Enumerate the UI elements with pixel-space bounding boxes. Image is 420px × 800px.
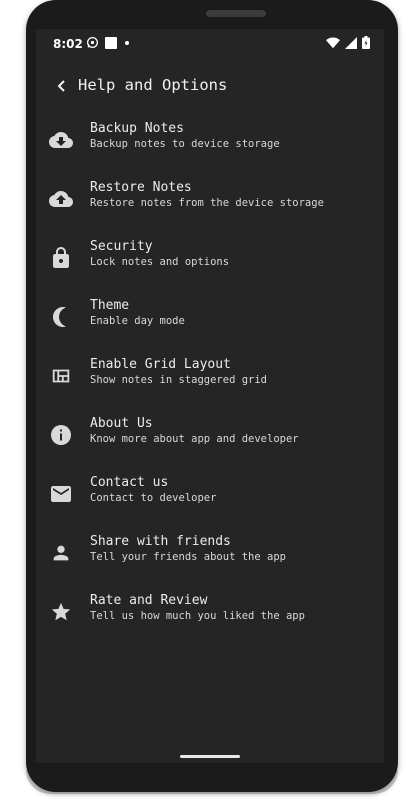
- info-icon: [48, 422, 74, 448]
- menu-item-title: Enable Grid Layout: [90, 357, 231, 372]
- menu-item-subtitle: Backup notes to device storage: [90, 138, 280, 150]
- menu-item-title: Restore Notes: [90, 180, 192, 195]
- home-indicator[interactable]: [180, 755, 240, 758]
- page-title: Help and Options: [78, 76, 228, 94]
- whatsapp-icon: [86, 36, 99, 52]
- menu-item-subtitle: Enable day mode: [90, 315, 185, 327]
- menu-item-subtitle: Contact to developer: [90, 492, 217, 504]
- menu-item-grid-layout[interactable]: Enable Grid Layout Show notes in stagger…: [36, 355, 384, 414]
- menu-item-subtitle: Tell us how much you liked the app: [90, 610, 305, 622]
- menu-item-rate-review[interactable]: Rate and Review Tell us how much you lik…: [36, 591, 384, 650]
- menu-item-subtitle: Restore notes from the device storage: [90, 197, 324, 209]
- signal-icon: [345, 36, 357, 52]
- menu-item-subtitle: Know more about app and developer: [90, 433, 299, 445]
- menu-item-share[interactable]: Share with friends Tell your friends abo…: [36, 532, 384, 591]
- app-header: Help and Options: [36, 69, 384, 109]
- menu-item-title: Share with friends: [90, 534, 231, 549]
- status-bar: 8:02: [36, 29, 384, 59]
- menu-item-restore-notes[interactable]: Restore Notes Restore notes from the dev…: [36, 178, 384, 237]
- notification-square-icon: [105, 36, 117, 52]
- cloud-upload-icon: [48, 186, 74, 212]
- menu-item-about-us[interactable]: About Us Know more about app and develop…: [36, 414, 384, 473]
- menu-item-title: Theme: [90, 298, 130, 313]
- options-list: Backup Notes Backup notes to device stor…: [36, 119, 384, 650]
- menu-item-title: Rate and Review: [90, 593, 208, 608]
- star-icon: [48, 599, 74, 625]
- wifi-icon: [326, 36, 340, 52]
- back-button[interactable]: [50, 75, 74, 99]
- menu-item-title: Security: [90, 239, 153, 254]
- battery-icon: [362, 36, 370, 52]
- status-notification-icons: [86, 36, 131, 52]
- app-screen: 8:02 Help and Options Backup Notes Backu…: [36, 29, 384, 763]
- cloud-download-icon: [48, 127, 74, 153]
- menu-item-theme[interactable]: Theme Enable day mode: [36, 296, 384, 355]
- status-time: 8:02: [53, 37, 83, 51]
- menu-item-title: About Us: [90, 416, 153, 431]
- dot-icon: [123, 37, 131, 52]
- mail-icon: [48, 481, 74, 507]
- menu-item-contact-us[interactable]: Contact us Contact to developer: [36, 473, 384, 532]
- phone-speaker: [206, 10, 266, 17]
- menu-item-security[interactable]: Security Lock notes and options: [36, 237, 384, 296]
- moon-icon: [48, 304, 74, 330]
- menu-item-subtitle: Show notes in staggered grid: [90, 374, 268, 386]
- chevron-left-icon: [56, 78, 68, 97]
- lock-icon: [48, 245, 74, 271]
- status-system-icons: [326, 36, 370, 52]
- menu-item-title: Contact us: [90, 475, 169, 490]
- menu-item-backup-notes[interactable]: Backup Notes Backup notes to device stor…: [36, 119, 384, 178]
- menu-item-subtitle: Lock notes and options: [90, 256, 230, 268]
- grid-icon: [48, 363, 74, 389]
- person-icon: [48, 540, 74, 566]
- menu-item-title: Backup Notes: [90, 121, 184, 136]
- menu-item-subtitle: Tell your friends about the app: [90, 551, 286, 563]
